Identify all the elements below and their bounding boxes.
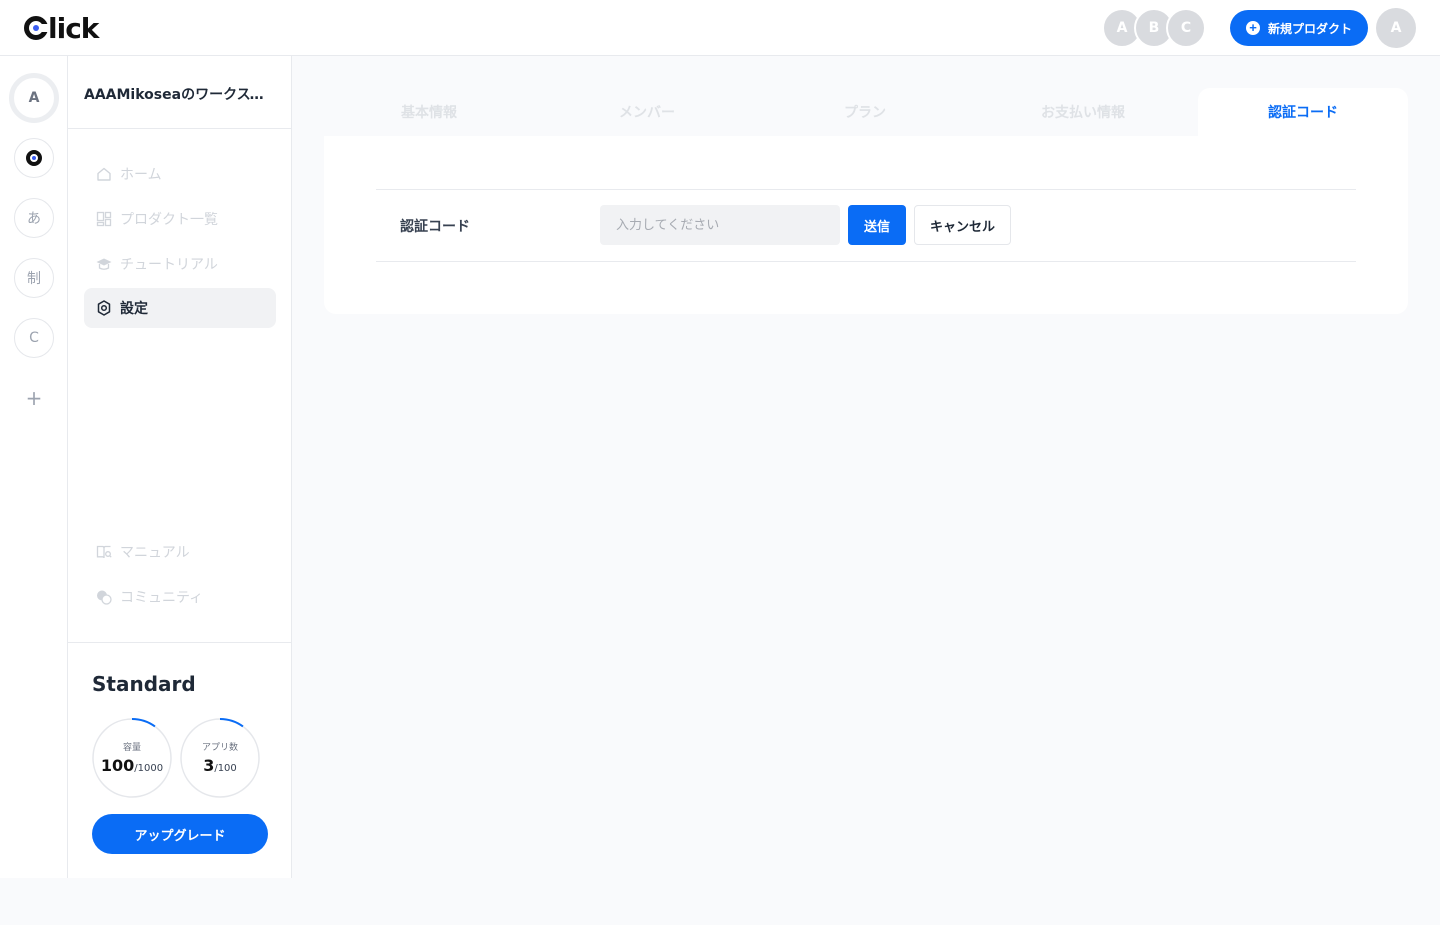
workspace-switch-c[interactable]: C <box>14 318 54 358</box>
new-product-button[interactable]: + 新規プロダクト <box>1230 10 1368 46</box>
apps-used: 3 <box>203 756 215 775</box>
member-avatar[interactable]: C <box>1166 8 1206 48</box>
divider <box>68 128 291 129</box>
divider <box>376 189 1356 190</box>
member-avatar-group[interactable]: A B C <box>1102 8 1206 48</box>
apps-label: アプリ数 <box>201 743 238 753</box>
workspace-switch-a-jp[interactable]: あ <box>14 198 54 238</box>
sidebar-item-label: チュートリアル <box>120 257 218 273</box>
sidebar-item-settings[interactable]: 設定 <box>84 288 276 328</box>
grid-icon <box>96 211 112 227</box>
plus-circle-icon: + <box>1245 21 1260 35</box>
auth-code-input[interactable] <box>600 205 840 245</box>
divider <box>376 261 1356 262</box>
auth-code-card: 認証コード 送信 キャンセル <box>324 136 1408 314</box>
sidebar-item-label: ホーム <box>120 167 162 183</box>
capacity-used: 100 <box>100 756 135 775</box>
sidebar-item-home[interactable]: ホーム <box>84 154 276 194</box>
sidebar-item-community[interactable]: コミュニティ <box>84 577 276 617</box>
divider <box>68 642 291 643</box>
chat-bubbles-icon <box>96 589 112 605</box>
sidebar-item-manual[interactable]: マニュアル <box>84 532 276 572</box>
workspace-switch-click[interactable] <box>14 138 54 178</box>
apps-total: /100 <box>214 763 237 774</box>
logo-mark-icon <box>24 16 49 40</box>
sidebar-item-tutorial[interactable]: チュートリアル <box>84 244 276 284</box>
book-icon <box>96 544 112 560</box>
capacity-gauge: 容量 100/1000 <box>92 718 172 798</box>
tab-payment[interactable]: お支払い情報 <box>975 88 1191 136</box>
sidebar-item-label: 設定 <box>120 301 148 317</box>
apps-gauge: アプリ数 3/100 <box>180 718 260 798</box>
capacity-value: 100/1000 <box>92 756 172 775</box>
top-header: lick A B C + 新規プロダクト A <box>0 0 1440 56</box>
sidebar-item-label: コミュニティ <box>120 590 204 606</box>
apps-value: 3/100 <box>180 756 260 775</box>
submit-button[interactable]: 送信 <box>848 205 906 245</box>
home-icon <box>96 166 112 182</box>
logo-text: lick <box>48 11 99 45</box>
tab-auth-code[interactable]: 認証コード <box>1198 88 1408 136</box>
settings-tabs: 基本情報 メンバー プラン お支払い情報 認証コード <box>324 88 1408 136</box>
new-product-label: 新規プロダクト <box>1267 21 1352 36</box>
graduation-cap-icon <box>96 256 112 272</box>
sidebar-item-label: プロダクト一覧 <box>120 212 218 228</box>
add-workspace-icon[interactable]: + <box>24 388 44 408</box>
tab-plan[interactable]: プラン <box>757 88 973 136</box>
sidebar: AAAMikoseaのワークスペース ホーム プロダクト一覧 チュートリアル 設… <box>68 56 292 878</box>
workspace-switch-sei[interactable]: 制 <box>14 258 54 298</box>
click-logo[interactable]: lick <box>24 11 99 45</box>
auth-code-label: 認証コード <box>400 219 470 235</box>
cancel-button[interactable]: キャンセル <box>914 205 1011 245</box>
capacity-total: /1000 <box>134 763 164 774</box>
click-logo-icon <box>26 150 42 166</box>
plan-name: Standard <box>92 672 196 696</box>
gear-icon <box>96 300 112 316</box>
capacity-label: 容量 <box>122 743 141 753</box>
sidebar-item-label: マニュアル <box>120 545 190 561</box>
workspace-switch-a[interactable]: A <box>9 73 59 123</box>
sidebar-item-products[interactable]: プロダクト一覧 <box>84 199 276 239</box>
user-avatar[interactable]: A <box>1376 8 1416 48</box>
upgrade-button[interactable]: アップグレード <box>92 814 268 854</box>
tab-members[interactable]: メンバー <box>539 88 755 136</box>
tab-basic-info[interactable]: 基本情報 <box>324 88 534 136</box>
workspace-title[interactable]: AAAMikoseaのワークスペース <box>84 84 276 104</box>
workspace-rail: A あ 制 C + <box>0 56 68 878</box>
